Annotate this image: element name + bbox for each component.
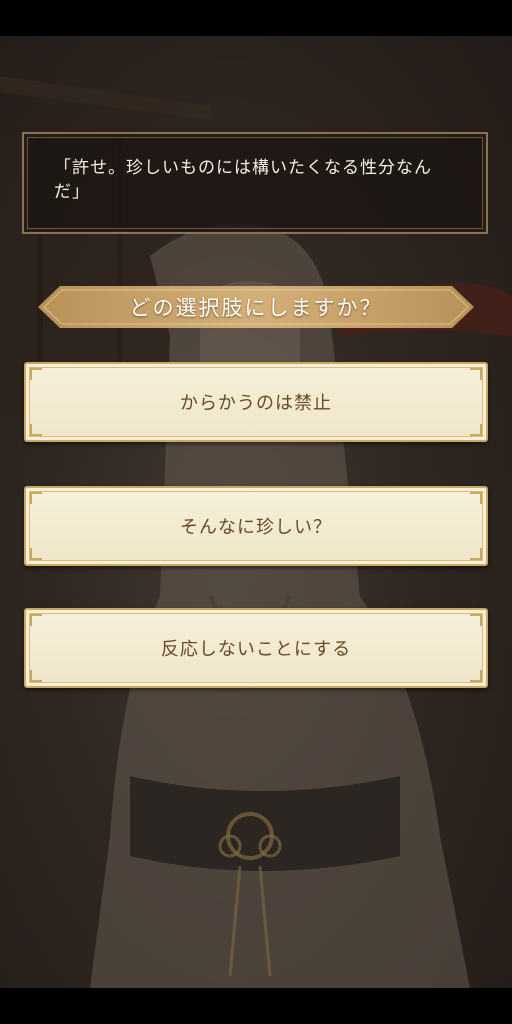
corner-ornament	[470, 424, 482, 436]
game-screen: 「許せ。珍しいものには構いたくなる性分なんだ」 どの選択肢にしますか？ からかう…	[0, 36, 512, 988]
corner-ornament	[30, 614, 42, 626]
corner-ornament	[30, 548, 42, 560]
corner-ornament	[470, 368, 482, 380]
choice-label: そんなに珍しい？	[180, 517, 332, 538]
choice-button-1[interactable]: からかうのは禁止	[24, 362, 488, 442]
dialogue-text: 「許せ。珍しいものには構いたくなる性分なんだ」	[54, 158, 432, 202]
corner-ornament	[30, 368, 42, 380]
corner-ornament	[30, 670, 42, 682]
choice-prompt-text: どの選択肢にしますか？	[129, 296, 383, 320]
dialogue-box[interactable]: 「許せ。珍しいものには構いたくなる性分なんだ」	[22, 132, 488, 234]
choice-button-3[interactable]: 反応しないことにする	[24, 608, 488, 688]
corner-ornament	[30, 492, 42, 504]
corner-ornament	[470, 548, 482, 560]
choice-label: 反応しないことにする	[160, 639, 352, 660]
choice-label: からかうのは禁止	[180, 393, 332, 414]
corner-ornament	[470, 492, 482, 504]
corner-ornament	[470, 670, 482, 682]
corner-ornament	[30, 424, 42, 436]
choice-button-2[interactable]: そんなに珍しい？	[24, 486, 488, 566]
choice-prompt-banner: どの選択肢にしますか？	[38, 286, 474, 328]
corner-ornament	[470, 614, 482, 626]
